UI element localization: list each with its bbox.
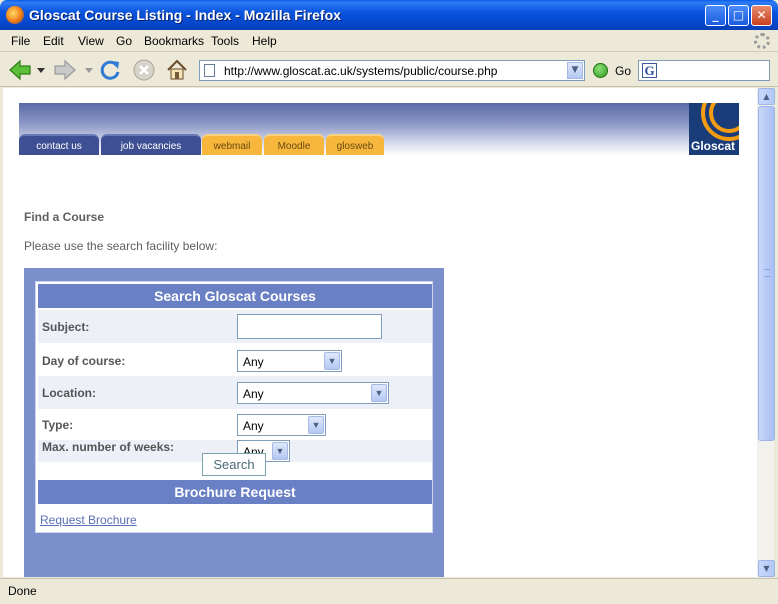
go-icon[interactable]	[593, 63, 608, 78]
logo-text: Gloscat	[691, 139, 736, 153]
navigation-toolbar: http://www.gloscat.ac.uk/systems/public/…	[0, 53, 778, 87]
page-viewport: Gloscat contact us job vacancies webmail…	[3, 88, 757, 577]
window-title-bar[interactable]: Gloscat Course Listing - Index - Mozilla…	[0, 0, 778, 30]
location-value: Any	[243, 387, 264, 401]
type-value: Any	[243, 419, 264, 433]
scroll-down-arrow-icon[interactable]: ▼	[758, 560, 775, 577]
vertical-scrollbar[interactable]: ▲ ▼	[757, 88, 775, 577]
type-select[interactable]: Any ▼	[237, 414, 326, 436]
nav-tab-contact-us[interactable]: contact us	[19, 134, 99, 155]
chevron-down-icon[interactable]: ▼	[324, 352, 340, 370]
nav-tab-webmail[interactable]: webmail	[202, 134, 262, 155]
minimize-button[interactable]: _	[705, 5, 726, 26]
menu-bookmarks[interactable]: Bookmarks	[144, 34, 204, 48]
nav-tab-moodle[interactable]: Moodle	[264, 134, 324, 155]
subject-input[interactable]	[237, 314, 382, 339]
nav-tab-job-vacancies[interactable]: job vacancies	[101, 134, 201, 155]
menu-help[interactable]: Help	[252, 34, 277, 48]
throbber-icon	[754, 33, 770, 49]
window-title: Gloscat Course Listing - Index - Mozilla…	[29, 7, 341, 23]
search-panel: Search Gloscat Courses Subject: Day of c…	[24, 268, 444, 577]
url-text[interactable]: http://www.gloscat.ac.uk/systems/public/…	[224, 64, 497, 78]
search-button[interactable]: Search	[202, 453, 266, 476]
chevron-down-icon[interactable]: ▼	[272, 442, 288, 460]
back-history-dropdown-icon[interactable]	[37, 68, 45, 74]
google-search-engine-icon[interactable]: G	[642, 63, 657, 78]
chevron-down-icon[interactable]: ▼	[308, 416, 324, 434]
search-form-title: Search Gloscat Courses	[38, 284, 432, 308]
close-button[interactable]: ✕	[751, 5, 772, 26]
web-search-box[interactable]: G	[638, 60, 770, 81]
stop-icon[interactable]	[132, 58, 156, 82]
day-of-course-label: Day of course:	[42, 354, 126, 368]
menu-tools[interactable]: Tools	[211, 34, 239, 48]
url-history-dropdown-icon[interactable]: ▼	[567, 62, 583, 79]
max-weeks-label: Max. number of weeks:	[42, 440, 175, 454]
location-select[interactable]: Any ▼	[237, 382, 389, 404]
form-row-location: Location: Any ▼	[38, 376, 432, 409]
forward-history-dropdown-icon[interactable]	[85, 68, 93, 74]
firefox-icon	[6, 6, 24, 24]
scrollbar-grip-icon	[764, 269, 770, 277]
menu-bar: File Edit View Go Bookmarks Tools Help	[0, 30, 778, 52]
location-label: Location:	[42, 386, 96, 400]
home-icon[interactable]	[165, 58, 189, 82]
scrollbar-thumb[interactable]	[758, 106, 775, 441]
brochure-title: Brochure Request	[38, 480, 432, 504]
url-bar[interactable]: http://www.gloscat.ac.uk/systems/public/…	[199, 60, 585, 81]
nav-tab-glosweb[interactable]: glosweb	[326, 134, 384, 155]
day-of-course-value: Any	[243, 355, 264, 369]
gloscat-logo[interactable]: Gloscat	[689, 103, 739, 155]
form-row-subject: Subject:	[38, 310, 432, 343]
page-heading: Find a Course	[24, 210, 105, 224]
go-button[interactable]: Go	[615, 64, 631, 78]
request-brochure-link[interactable]: Request Brochure	[40, 513, 137, 527]
page-icon	[204, 64, 215, 77]
form-row-day: Day of course: Any ▼	[38, 344, 432, 377]
reload-icon[interactable]	[98, 58, 122, 82]
menu-edit[interactable]: Edit	[43, 34, 64, 48]
menu-view[interactable]: View	[78, 34, 104, 48]
status-bar: Done	[0, 578, 778, 604]
day-of-course-select[interactable]: Any ▼	[237, 350, 342, 372]
menu-file[interactable]: File	[11, 34, 30, 48]
search-form: Search Gloscat Courses Subject: Day of c…	[35, 281, 433, 533]
menu-go[interactable]: Go	[116, 34, 132, 48]
forward-arrow-icon[interactable]	[53, 58, 77, 82]
status-text: Done	[8, 584, 37, 598]
subject-label: Subject:	[42, 320, 90, 334]
back-arrow-icon[interactable]	[8, 58, 32, 82]
maximize-button[interactable]: □	[728, 5, 749, 26]
chevron-down-icon[interactable]: ▼	[371, 384, 387, 402]
form-row-type: Type: Any ▼	[38, 408, 432, 441]
instructions-text: Please use the search facility below:	[24, 239, 218, 253]
scroll-up-arrow-icon[interactable]: ▲	[758, 88, 775, 105]
type-label: Type:	[42, 418, 74, 432]
